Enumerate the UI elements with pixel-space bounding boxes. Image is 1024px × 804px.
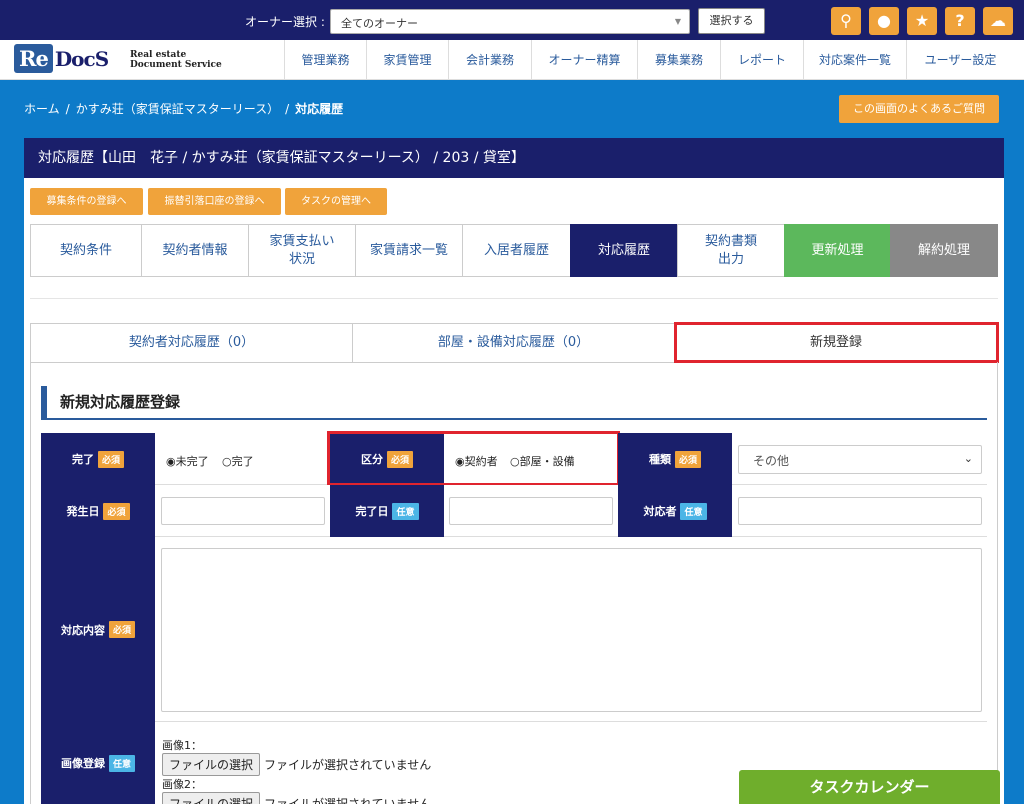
breadcrumb-sep: /	[65, 102, 70, 116]
logo-sub1: Real estate	[130, 50, 187, 60]
image2-file-button[interactable]: ファイルの選択	[162, 792, 261, 804]
complete-label-text: 完了	[71, 453, 94, 466]
star-icon[interactable]: ★	[907, 7, 937, 35]
nav-item-recruitment[interactable]: 募集業務	[637, 40, 720, 80]
nav-item-case-list[interactable]: 対応案件一覧	[803, 40, 906, 80]
logo-sub2: Document Service	[130, 60, 222, 70]
image-label: 画像登録 任意	[41, 722, 155, 804]
dropdown-arrow-icon: ▼	[674, 17, 681, 26]
nav-item-accounting[interactable]: 会計業務	[448, 40, 531, 80]
optional-badge: 任意	[680, 502, 707, 520]
chevron-down-icon: ⌄	[963, 452, 973, 465]
cloud-icon[interactable]: ☁	[983, 7, 1013, 35]
task-calendar-button[interactable]: タスクカレンダー	[739, 770, 1000, 804]
nav-item-owner-settlement[interactable]: オーナー精算	[531, 40, 637, 80]
divider	[30, 298, 998, 299]
nav-item-rent[interactable]: 家賃管理	[366, 40, 448, 80]
faq-button[interactable]: この画面のよくあるご質問	[839, 95, 999, 123]
occurred-date-label-text: 発生日	[66, 505, 100, 518]
search-icon[interactable]: ⚲	[831, 7, 861, 35]
tab-contract-terms[interactable]: 契約条件	[30, 224, 142, 277]
content-label: 対応内容 必須	[41, 537, 155, 722]
image2-label: 画像2：	[162, 778, 202, 791]
completed-date-label-text: 完了日	[355, 505, 389, 518]
tab-response-history[interactable]: 対応履歴	[570, 224, 678, 277]
image1-file-button[interactable]: ファイルの選択	[162, 753, 261, 776]
handler-input[interactable]	[738, 497, 982, 525]
highlight-box-category	[327, 431, 620, 486]
tab-rent-invoice[interactable]: 家賃請求一覧	[355, 224, 463, 277]
breadcrumb-home[interactable]: ホーム	[24, 102, 60, 116]
content-textarea[interactable]	[161, 548, 982, 712]
redocs-logo[interactable]: Re DocS	[14, 44, 109, 73]
required-badge: 必須	[103, 502, 130, 520]
image1-label: 画像1：	[162, 739, 202, 752]
section-underline	[41, 418, 987, 420]
owner-select-label: オーナー選択 :	[245, 15, 325, 29]
image-label-text: 画像登録	[60, 757, 105, 770]
tab-rent-payment[interactable]: 家賃支払い状況	[248, 224, 356, 277]
tab-contractor-info[interactable]: 契約者情報	[141, 224, 249, 277]
occurred-date-label: 発生日 必須	[41, 485, 155, 537]
panel-border-left	[30, 362, 31, 804]
chat-icon[interactable]: ●	[869, 7, 899, 35]
breadcrumb-current: 対応履歴	[295, 102, 344, 116]
optional-badge: 任意	[392, 502, 419, 520]
nav-item-management[interactable]: 管理業務	[284, 40, 366, 80]
subtab-contractor-history[interactable]: 契約者対応履歴（0）	[30, 323, 353, 363]
type-label: 種類 必須	[618, 433, 732, 485]
tab-tenant-history[interactable]: 入居者履歴	[462, 224, 571, 277]
completed-date-input[interactable]	[449, 497, 613, 525]
recruit-conditions-button[interactable]: 募集条件の登録へ	[30, 188, 143, 215]
logo-subtitle: Real estate Document Service	[130, 50, 222, 70]
required-badge: 必須	[97, 450, 124, 468]
handler-label-text: 対応者	[643, 505, 677, 518]
image2-no-file-text: ファイルが選択されていません	[264, 797, 432, 804]
completed-date-label: 完了日 任意	[330, 485, 444, 537]
image1-no-file-text: ファイルが選択されていません	[264, 758, 432, 772]
occurred-date-input[interactable]	[161, 497, 325, 525]
subtab-room-history[interactable]: 部屋・設備対応履歴（0）	[352, 323, 675, 363]
required-badge: 必須	[108, 621, 135, 638]
highlight-box-new-registration	[674, 322, 999, 363]
tab-cancellation[interactable]: 解約処理	[890, 224, 998, 277]
content-label-text: 対応内容	[60, 623, 105, 637]
panel-border-right	[997, 362, 998, 804]
breadcrumb-sep: /	[285, 102, 290, 116]
section-title: 新規対応履歴登録	[41, 386, 180, 418]
complete-label: 完了 必須	[41, 433, 155, 485]
page-title: 対応履歴【山田 花子 / かすみ荘（家賃保証マスターリース） / 203 / 貸…	[24, 138, 1004, 178]
breadcrumb: ホーム / かすみ荘（家賃保証マスターリース） / 対応履歴	[24, 100, 343, 117]
optional-badge: 任意	[108, 754, 135, 772]
help-icon[interactable]: ?	[945, 7, 975, 35]
complete-radio-complete[interactable]: ○完了	[222, 453, 254, 469]
task-management-button[interactable]: タスクの管理へ	[285, 188, 387, 215]
required-badge: 必須	[674, 450, 701, 468]
logo-docs: DocS	[54, 47, 109, 71]
owner-select[interactable]: 全てのオーナー ▼	[330, 9, 690, 34]
tab-contract-docs[interactable]: 契約書類出力	[677, 224, 785, 277]
type-label-text: 種類	[648, 453, 671, 466]
image1-field: 画像1： ファイルの選択 ファイルが選択されていません 画像2： ファイルの選択フ…	[162, 737, 431, 804]
type-select-value: その他	[753, 454, 790, 468]
nav-item-report[interactable]: レポート	[720, 40, 803, 80]
tab-renewal[interactable]: 更新処理	[784, 224, 891, 277]
breadcrumb-property[interactable]: かすみ荘（家賃保証マスターリース）	[76, 102, 279, 116]
complete-radio-incomplete[interactable]: ◉未完了	[166, 453, 209, 469]
nav-item-user-settings[interactable]: ユーザー設定	[906, 40, 1014, 80]
type-select[interactable]: その他 ⌄	[738, 445, 982, 474]
logo-re: Re	[14, 44, 53, 73]
transfer-account-button[interactable]: 振替引落口座の登録へ	[148, 188, 281, 215]
handler-label: 対応者 任意	[618, 485, 732, 537]
owner-select-value: 全てのオーナー	[341, 17, 418, 30]
owner-select-button[interactable]: 選択する	[698, 8, 765, 34]
